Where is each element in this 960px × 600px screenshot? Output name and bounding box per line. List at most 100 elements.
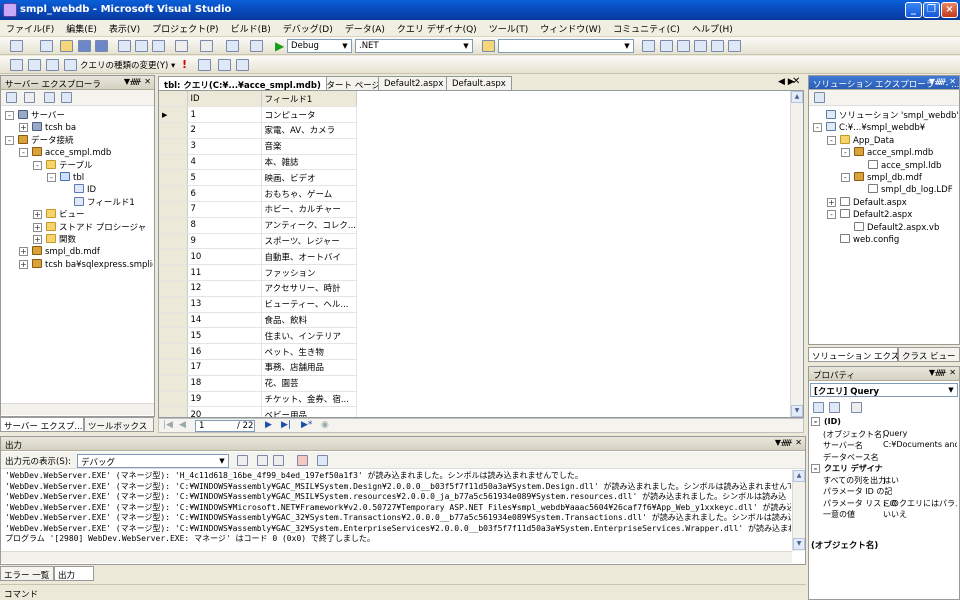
expand-icon[interactable]: + <box>827 197 836 207</box>
property-row[interactable]: 一意の値 いいえ <box>823 509 957 520</box>
table-row[interactable]: 20 ベビー用品 <box>159 406 357 417</box>
cell-id[interactable]: 16 <box>187 343 262 361</box>
row-selector[interactable] <box>159 122 188 139</box>
row-selector[interactable] <box>159 217 188 234</box>
close-document-icon[interactable]: ✕ <box>792 76 800 87</box>
collapse-icon[interactable]: - <box>811 464 820 473</box>
table-row[interactable]: 9 スポーツ、レジャー <box>159 233 357 250</box>
property-value[interactable]: はい <box>883 475 899 486</box>
cell-id[interactable]: 13 <box>187 296 262 313</box>
property-value[interactable]: このクエリにはパラメー <box>883 498 957 509</box>
menu-item[interactable]: ファイル(F) <box>0 20 60 37</box>
menu-item[interactable]: 表示(V) <box>103 20 146 37</box>
menu-item[interactable]: 編集(E) <box>60 20 103 37</box>
tree-node[interactable]: - テーブル <box>33 159 93 172</box>
column-header-field1[interactable]: フィールド1 <box>261 91 357 108</box>
cell-field1[interactable]: ホビー、カルチャー <box>261 201 357 218</box>
cell-id[interactable]: 7 <box>187 201 262 218</box>
menu-item[interactable]: ツール(T) <box>483 20 535 37</box>
show-diagram-pane-icon[interactable] <box>10 59 23 71</box>
group-by-icon[interactable] <box>218 59 231 71</box>
row-selector[interactable] <box>159 233 188 250</box>
table-row[interactable]: 6 おもちゃ、ゲーム <box>159 185 357 203</box>
tab-solution-explorer[interactable]: ソリューション エクス... <box>808 347 907 362</box>
maximize-button[interactable]: ❐ <box>923 2 940 18</box>
tab-output[interactable]: 出力 <box>54 566 94 581</box>
cell-field1[interactable]: 事務、店舗用品 <box>261 359 357 376</box>
connect-server-icon[interactable] <box>61 92 72 103</box>
next-message-icon[interactable] <box>273 455 284 466</box>
property-row[interactable]: (オブジェクト名) Query <box>823 429 957 440</box>
cell-id[interactable]: 14 <box>187 312 262 329</box>
tree-node[interactable]: + ストアド プロシージャ <box>33 221 146 234</box>
output-vscroll[interactable]: ▲ ▼ <box>792 470 805 551</box>
output-hscroll[interactable] <box>1 551 792 563</box>
stop-icon[interactable] <box>24 92 35 103</box>
menu-item[interactable]: デバッグ(D) <box>277 20 339 37</box>
table-row[interactable]: 8 アンティーク、コレク... <box>159 217 357 234</box>
add-item-icon[interactable] <box>40 40 53 52</box>
menu-item[interactable]: データ(A) <box>339 20 391 37</box>
save-all-icon[interactable] <box>95 40 108 52</box>
collapse-icon[interactable]: - <box>811 417 820 426</box>
close-button[interactable]: × <box>941 2 958 18</box>
toolbox-icon[interactable] <box>694 40 707 52</box>
clear-all-icon[interactable] <box>297 455 308 466</box>
pin-icon[interactable]: ᚏ <box>935 368 946 377</box>
find-in-files-icon[interactable] <box>482 40 495 52</box>
row-selector[interactable]: ▶ <box>159 106 188 124</box>
tree-node[interactable]: + ビュー <box>33 209 85 221</box>
cell-id[interactable]: 11 <box>187 264 262 282</box>
document-tab[interactable]: tbl: クエリ(C:¥...¥acce_smpl.mdb) <box>158 76 327 91</box>
table-row[interactable]: 17 事務、店舗用品 <box>159 359 357 376</box>
collapse-icon[interactable]: - <box>19 148 28 158</box>
table-row[interactable]: 4 本、雑誌 <box>159 154 357 171</box>
solution-explorer-icon[interactable] <box>642 40 655 52</box>
tree-node[interactable]: + Default.aspx <box>827 196 907 209</box>
cell-id[interactable]: 8 <box>187 217 262 234</box>
solution-config-select[interactable]: Debug ▼ <box>287 39 352 53</box>
show-sql-pane-icon[interactable] <box>46 59 59 71</box>
tree-node[interactable]: + smpl_db.mdf <box>19 246 100 258</box>
scroll-down-icon[interactable]: ▼ <box>793 538 805 550</box>
property-category[interactable]: - クエリ デザイナ <box>811 463 883 474</box>
row-selector[interactable] <box>159 359 188 376</box>
table-row[interactable]: 16 ペット、生き物 <box>159 343 357 361</box>
cell-field1[interactable]: 映画、ビデオ <box>261 169 357 187</box>
row-selector[interactable] <box>159 201 188 218</box>
alphabetical-icon[interactable] <box>829 402 840 413</box>
tab-toolbox[interactable]: ツールボックス <box>84 417 154 432</box>
scroll-up-icon[interactable]: ▲ <box>791 91 803 103</box>
cell-id[interactable]: 20 <box>187 406 262 417</box>
collapse-icon[interactable]: - <box>5 111 14 120</box>
output-source-select[interactable]: デバッグ ▼ <box>77 454 229 468</box>
tree-node[interactable]: acce_smpl.ldb <box>855 159 941 172</box>
cell-id[interactable]: 12 <box>187 280 262 297</box>
table-row[interactable]: 5 映画、ビデオ <box>159 169 357 187</box>
tree-node[interactable]: ID <box>61 184 96 196</box>
change-query-type-button[interactable]: クエリの種類の変更(Y) ▾ <box>80 59 175 71</box>
tree-node[interactable]: - Default2.aspx <box>827 209 912 221</box>
undo-icon[interactable] <box>175 40 188 52</box>
property-row[interactable]: サーバー名 C:¥Documents and <box>823 440 957 451</box>
cell-field1[interactable]: アクセサリー、時計 <box>261 280 357 297</box>
copy-icon[interactable] <box>135 40 148 52</box>
expand-icon[interactable]: + <box>33 210 42 220</box>
cell-field1[interactable]: ビューティー、ヘル... <box>261 296 357 313</box>
collapse-icon[interactable]: - <box>841 148 850 158</box>
save-icon[interactable] <box>78 40 91 52</box>
menu-item[interactable]: ウィンドウ(W) <box>534 20 607 37</box>
collapse-icon[interactable]: - <box>827 210 836 220</box>
scroll-up-icon[interactable]: ▲ <box>793 470 805 482</box>
open-file-icon[interactable] <box>60 40 73 52</box>
solution-platform-select[interactable]: .NET ▼ <box>355 39 473 53</box>
cell-id[interactable]: 9 <box>187 233 262 250</box>
collapse-icon[interactable]: - <box>827 135 836 145</box>
next-record-icon[interactable]: ▶ <box>265 420 272 430</box>
tree-node[interactable]: - tbl <box>47 172 84 184</box>
cell-field1[interactable]: アンティーク、コレク... <box>261 217 357 234</box>
tree-node[interactable]: - サーバー <box>5 110 65 122</box>
collapse-icon[interactable]: - <box>841 173 850 182</box>
column-header-id[interactable]: ID <box>187 91 262 108</box>
close-icon[interactable]: ✕ <box>949 368 956 377</box>
